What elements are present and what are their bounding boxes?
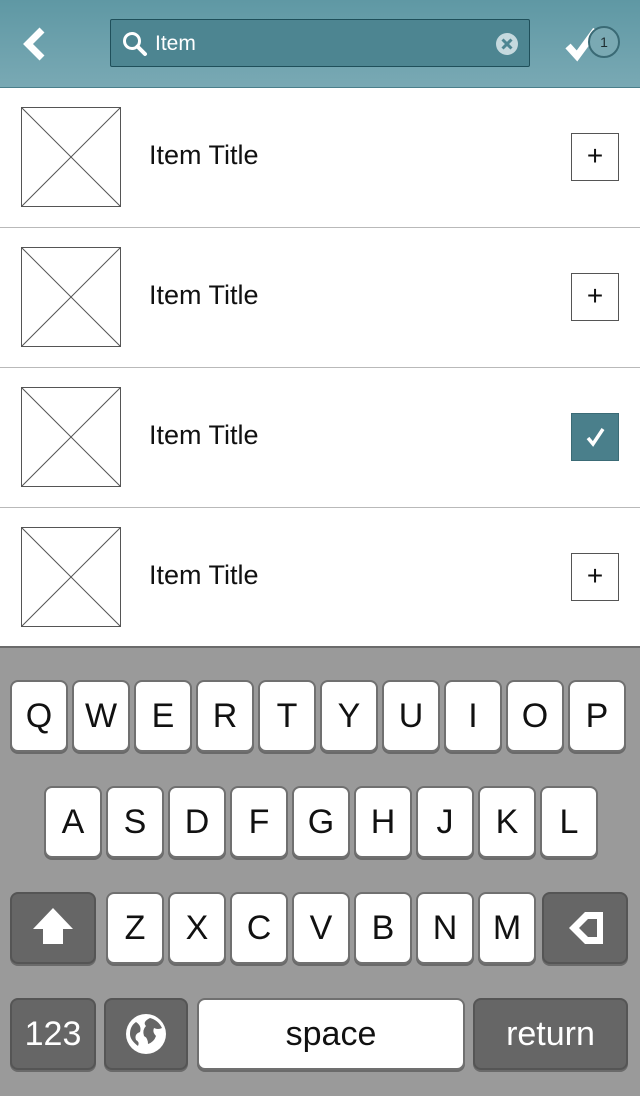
globe-icon [126, 1014, 166, 1054]
selected-count-badge: 1 [588, 26, 620, 58]
search-field[interactable] [110, 19, 530, 67]
key-m[interactable]: M [478, 892, 536, 964]
item-title: Item Title [149, 140, 259, 170]
key-h[interactable]: H [354, 786, 412, 858]
add-button[interactable]: + [571, 553, 619, 601]
list-item[interactable]: Item Title [0, 368, 640, 508]
globe-key[interactable] [104, 998, 188, 1070]
key-w[interactable]: W [72, 680, 130, 752]
key-n[interactable]: N [416, 892, 474, 964]
image-placeholder-icon [21, 387, 121, 487]
key-q[interactable]: Q [10, 680, 68, 752]
back-button[interactable] [14, 22, 58, 66]
key-j[interactable]: J [416, 786, 474, 858]
key-l[interactable]: L [540, 786, 598, 858]
delete-key[interactable] [542, 892, 628, 964]
key-a[interactable]: A [44, 786, 102, 858]
key-k[interactable]: K [478, 786, 536, 858]
backspace-icon [569, 912, 603, 944]
add-button[interactable]: + [571, 133, 619, 181]
checked-button[interactable] [571, 413, 619, 461]
list-item[interactable]: Item Title + [0, 228, 640, 368]
space-key[interactable]: space [197, 998, 465, 1070]
key-c[interactable]: C [230, 892, 288, 964]
key-p[interactable]: P [568, 680, 626, 752]
item-list: Item Title + Item Title + Item Title Ite… [0, 88, 640, 648]
navigation-bar: 1 [0, 0, 640, 88]
key-y[interactable]: Y [320, 680, 378, 752]
clear-circle-icon[interactable] [495, 32, 519, 56]
key-b[interactable]: B [354, 892, 412, 964]
checkmark-icon [586, 428, 605, 447]
item-title: Item Title [149, 560, 259, 590]
search-icon [123, 32, 147, 56]
key-g[interactable]: G [292, 786, 350, 858]
key-r[interactable]: R [196, 680, 254, 752]
image-placeholder-icon [21, 247, 121, 347]
list-item[interactable]: Item Title + [0, 508, 640, 648]
key-i[interactable]: I [444, 680, 502, 752]
key-t[interactable]: T [258, 680, 316, 752]
keyboard: Q W E R T Y U I O P A S D F G H J K L Z … [0, 646, 640, 1096]
shift-key[interactable] [10, 892, 96, 964]
list-item[interactable]: Item Title + [0, 88, 640, 228]
return-key[interactable]: return [473, 998, 628, 1070]
key-z[interactable]: Z [106, 892, 164, 964]
key-s[interactable]: S [106, 786, 164, 858]
item-title: Item Title [149, 420, 259, 450]
key-o[interactable]: O [506, 680, 564, 752]
key-x[interactable]: X [168, 892, 226, 964]
item-title: Item Title [149, 280, 259, 310]
numbers-key[interactable]: 123 [10, 998, 96, 1070]
search-input[interactable] [155, 26, 485, 62]
shift-arrow-icon [33, 908, 73, 944]
key-e[interactable]: E [134, 680, 192, 752]
key-f[interactable]: F [230, 786, 288, 858]
chevron-left-icon [23, 27, 45, 61]
key-v[interactable]: V [292, 892, 350, 964]
image-placeholder-icon [21, 527, 121, 627]
key-d[interactable]: D [168, 786, 226, 858]
key-u[interactable]: U [382, 680, 440, 752]
done-button[interactable]: 1 [562, 24, 622, 68]
image-placeholder-icon [21, 107, 121, 207]
add-button[interactable]: + [571, 273, 619, 321]
